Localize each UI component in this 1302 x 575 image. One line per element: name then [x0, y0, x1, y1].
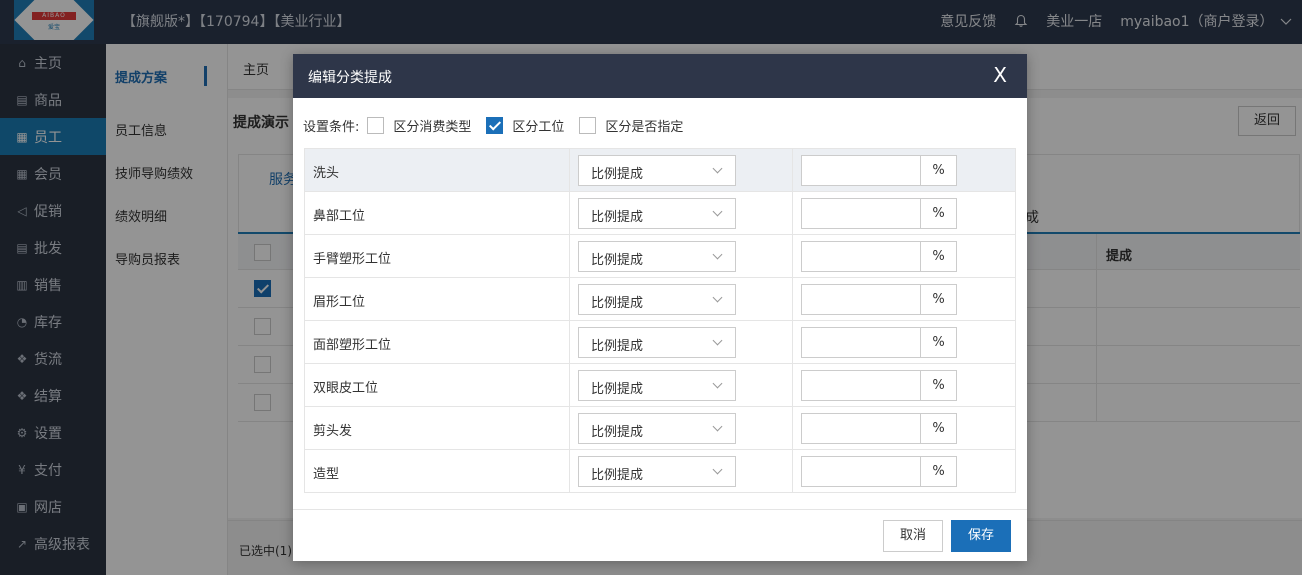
- chevron-down-icon: [712, 163, 723, 174]
- station-name: 双眼皮工位: [313, 381, 379, 396]
- column-divider: [569, 450, 570, 492]
- commission-value-input[interactable]: [801, 327, 921, 358]
- table-row: 剪头发 比例提成 %: [305, 407, 1015, 450]
- chevron-down-icon: [712, 421, 723, 432]
- save-button[interactable]: 保存: [951, 520, 1011, 552]
- select-value: 比例提成: [591, 210, 644, 225]
- table-row: 面部塑形工位 比例提成 %: [305, 321, 1015, 364]
- column-divider: [569, 149, 570, 191]
- percent-unit: %: [920, 198, 957, 229]
- column-divider: [792, 321, 793, 363]
- column-divider: [792, 192, 793, 234]
- percent-unit: %: [920, 241, 957, 272]
- select-value: 比例提成: [591, 253, 644, 268]
- option-label: 区分消费类型: [393, 120, 472, 135]
- cancel-button[interactable]: 取消: [883, 520, 943, 552]
- percent-unit: %: [920, 413, 957, 444]
- option-consume-type[interactable]: 区分消费类型: [367, 116, 471, 135]
- station-name: 造型: [313, 467, 340, 482]
- column-divider: [569, 235, 570, 277]
- select-value: 比例提成: [591, 296, 644, 311]
- chevron-down-icon: [712, 464, 723, 475]
- table-row: 眉形工位 比例提成 %: [305, 278, 1015, 321]
- option-station[interactable]: 区分工位: [486, 116, 564, 135]
- column-divider: [792, 149, 793, 191]
- commission-value-input[interactable]: [801, 413, 921, 444]
- commission-value-input[interactable]: [801, 284, 921, 315]
- option-label: 区分工位: [512, 120, 565, 135]
- station-name: 眉形工位: [313, 295, 366, 310]
- close-icon[interactable]: X: [993, 63, 1007, 87]
- select-value: 比例提成: [591, 468, 644, 483]
- chevron-down-icon: [712, 292, 723, 303]
- station-name: 剪头发: [313, 424, 353, 439]
- commission-mode-select[interactable]: 比例提成: [578, 327, 736, 358]
- commission-mode-select[interactable]: 比例提成: [578, 370, 736, 401]
- table-row: 造型 比例提成 %: [305, 450, 1015, 493]
- column-divider: [792, 407, 793, 449]
- select-value: 比例提成: [591, 339, 644, 354]
- select-value: 比例提成: [591, 382, 644, 397]
- commission-value-input[interactable]: [801, 456, 921, 487]
- commission-mode-select[interactable]: 比例提成: [578, 155, 736, 186]
- commission-mode-select[interactable]: 比例提成: [578, 413, 736, 444]
- station-name: 洗头: [313, 166, 340, 181]
- commission-mode-select[interactable]: 比例提成: [578, 198, 736, 229]
- table-row: 双眼皮工位 比例提成 %: [305, 364, 1015, 407]
- column-divider: [569, 192, 570, 234]
- commission-value-input[interactable]: [801, 370, 921, 401]
- column-divider: [569, 278, 570, 320]
- percent-unit: %: [920, 284, 957, 315]
- column-divider: [792, 278, 793, 320]
- commission-value-input[interactable]: [801, 155, 921, 186]
- commission-mode-select[interactable]: 比例提成: [578, 241, 736, 272]
- percent-unit: %: [920, 370, 957, 401]
- station-commission-table: 洗头 比例提成 % 鼻部工位 比例提成 % 手臂塑形工位 比例提成 % 眉形工位…: [304, 148, 1016, 493]
- column-divider: [569, 364, 570, 406]
- column-divider: [792, 364, 793, 406]
- column-divider: [569, 321, 570, 363]
- edit-category-commission-dialog: 编辑分类提成 X 设置条件: 区分消费类型 区分工位 区分是否指定 洗头 比例提…: [293, 54, 1027, 561]
- option-label: 区分是否指定: [605, 120, 684, 135]
- option-designated[interactable]: 区分是否指定: [579, 116, 683, 135]
- chevron-down-icon: [712, 249, 723, 260]
- condition-label: 设置条件:: [303, 120, 360, 135]
- chevron-down-icon: [712, 378, 723, 389]
- station-name: 手臂塑形工位: [313, 252, 392, 267]
- commission-value-input[interactable]: [801, 241, 921, 272]
- designated-checkbox[interactable]: [579, 117, 597, 134]
- dialog-title: 编辑分类提成: [308, 70, 392, 86]
- commission-mode-select[interactable]: 比例提成: [578, 456, 736, 487]
- table-row: 鼻部工位 比例提成 %: [305, 192, 1015, 235]
- dialog-header: 编辑分类提成 X: [293, 54, 1027, 98]
- column-divider: [569, 407, 570, 449]
- station-name: 鼻部工位: [313, 209, 366, 224]
- column-divider: [792, 235, 793, 277]
- dialog-footer: 取消 保存: [293, 509, 1027, 561]
- commission-value-input[interactable]: [801, 198, 921, 229]
- column-divider: [792, 450, 793, 492]
- select-value: 比例提成: [591, 167, 644, 182]
- percent-unit: %: [920, 456, 957, 487]
- table-row: 洗头 比例提成 %: [305, 149, 1015, 192]
- station-checkbox[interactable]: [486, 117, 504, 134]
- percent-unit: %: [920, 327, 957, 358]
- chevron-down-icon: [712, 335, 723, 346]
- chevron-down-icon: [712, 206, 723, 217]
- table-row: 手臂塑形工位 比例提成 %: [305, 235, 1015, 278]
- percent-unit: %: [920, 155, 957, 186]
- condition-options: 设置条件: 区分消费类型 区分工位 区分是否指定: [303, 116, 698, 135]
- select-value: 比例提成: [591, 425, 644, 440]
- commission-mode-select[interactable]: 比例提成: [578, 284, 736, 315]
- consume-type-checkbox[interactable]: [367, 117, 385, 134]
- station-name: 面部塑形工位: [313, 338, 392, 353]
